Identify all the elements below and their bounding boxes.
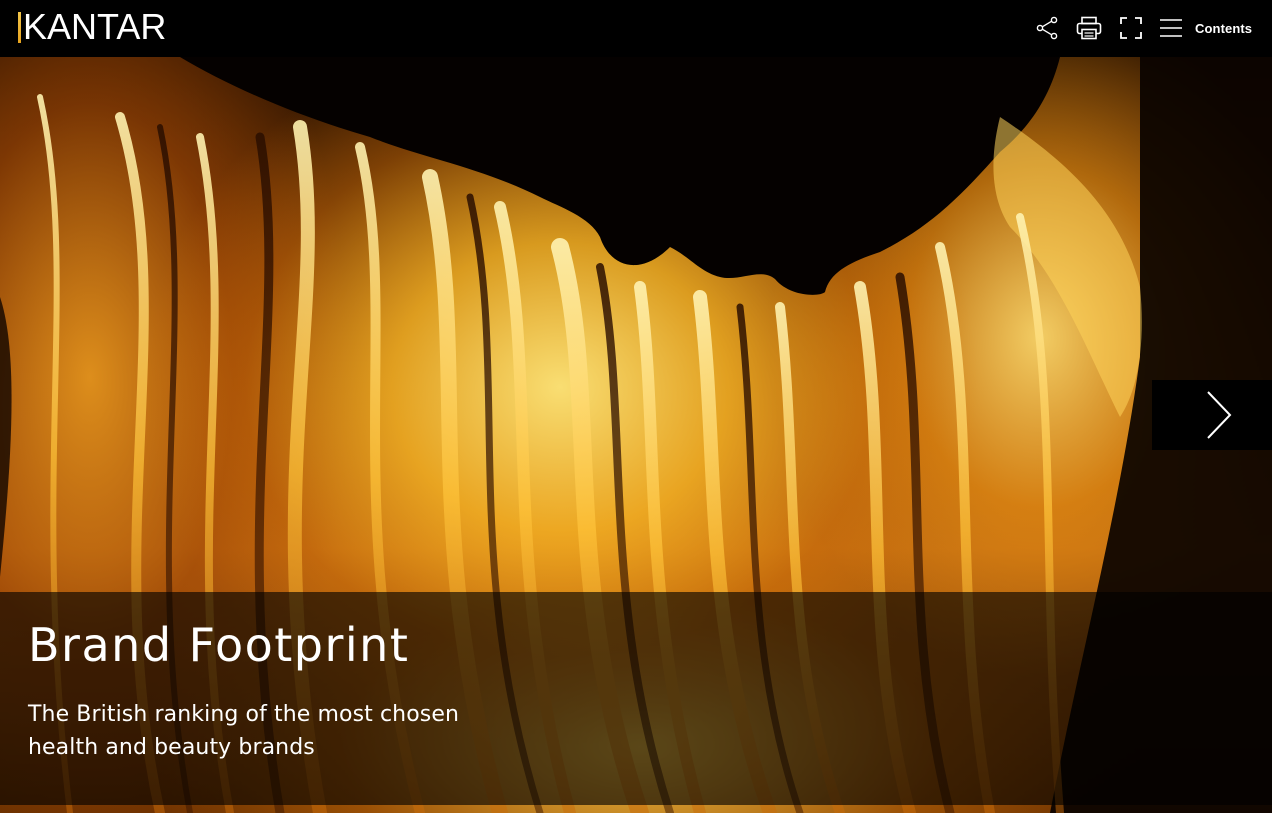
logo-accent-bar xyxy=(18,11,21,43)
share-icon[interactable] xyxy=(1033,14,1061,42)
share-icon-glyph xyxy=(1036,16,1058,40)
top-bar: KANTAR Contents xyxy=(0,0,1272,57)
chevron-right-icon xyxy=(1207,391,1232,439)
contents-button[interactable]: Contents xyxy=(1159,14,1252,42)
fullscreen-icon-glyph xyxy=(1120,17,1142,39)
print-icon-glyph xyxy=(1076,16,1102,40)
page: KANTAR Contents Brand Footprint The Brit… xyxy=(0,0,1272,813)
hamburger-menu-icon xyxy=(1160,19,1182,37)
fullscreen-icon[interactable] xyxy=(1117,14,1145,42)
caption-overlay: Brand Footprint The British ranking of t… xyxy=(0,592,1272,805)
logo-text: KANTAR xyxy=(23,6,167,47)
kantar-logo[interactable]: KANTAR xyxy=(18,9,166,45)
page-title: Brand Footprint xyxy=(28,618,410,672)
next-slide-button[interactable] xyxy=(1152,380,1272,450)
page-subtitle: The British ranking of the most chosen h… xyxy=(28,702,460,760)
print-icon[interactable] xyxy=(1075,14,1103,42)
contents-label: Contents xyxy=(1195,20,1253,36)
